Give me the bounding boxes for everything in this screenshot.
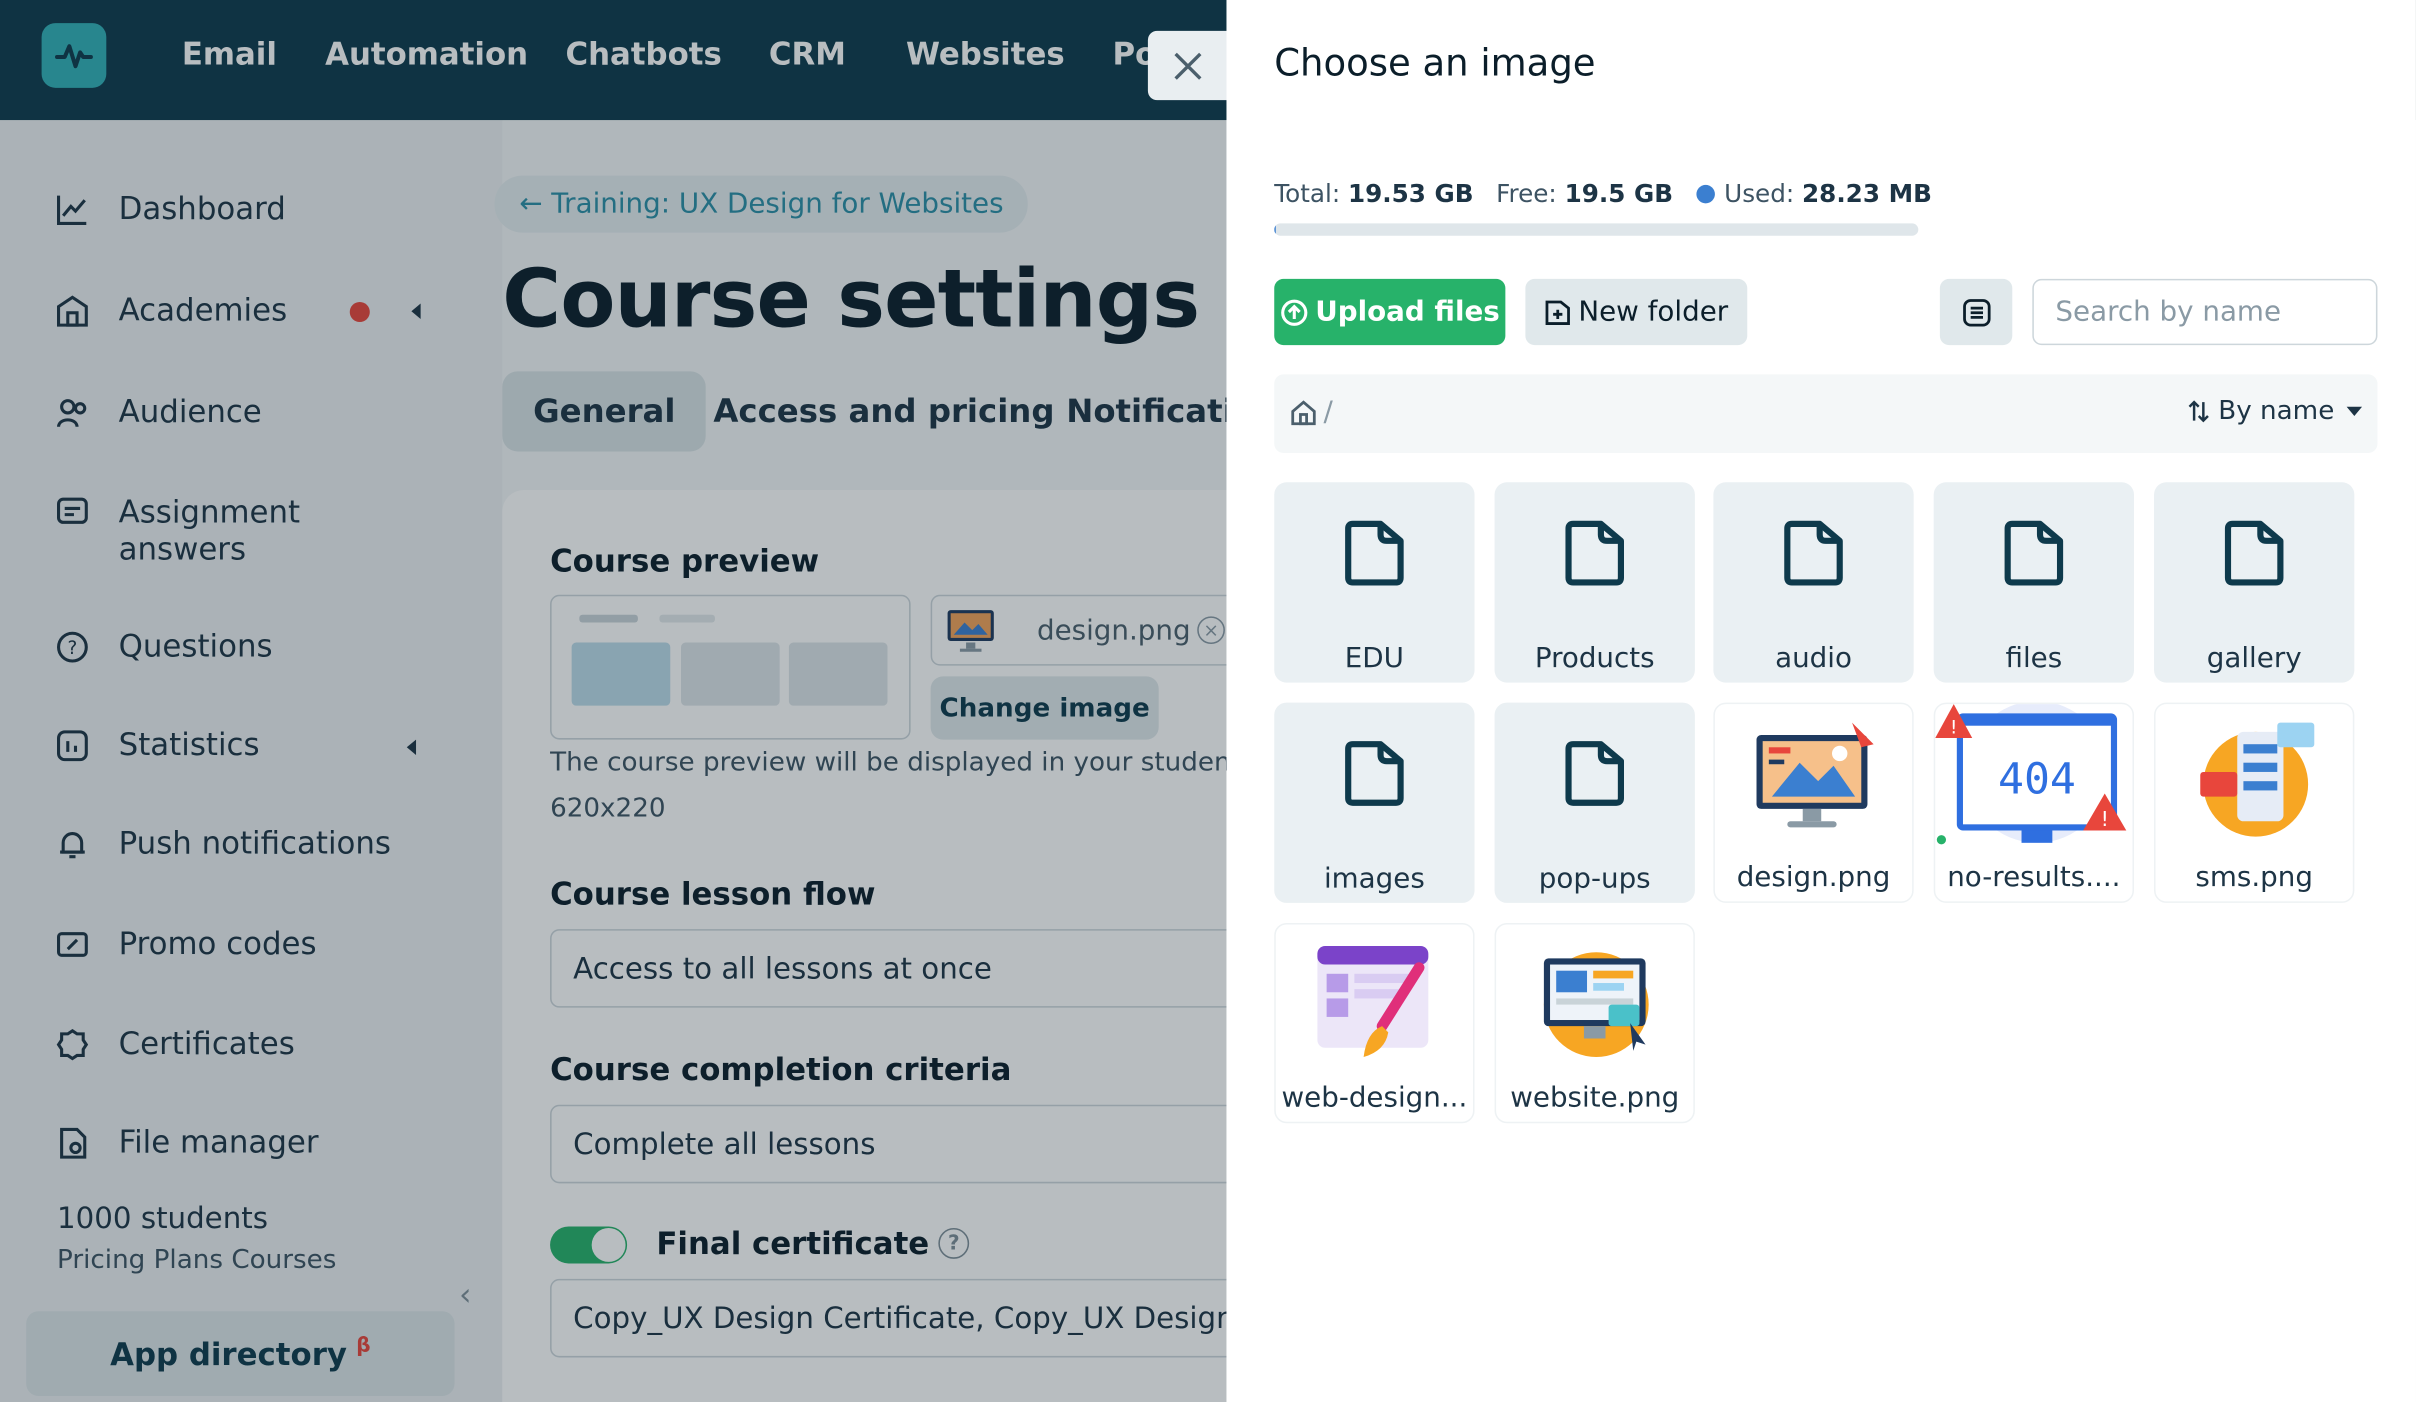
file-name: audio bbox=[1775, 642, 1852, 675]
web-design-thumbnail-icon bbox=[1311, 937, 1440, 1073]
folder-icon bbox=[1781, 519, 1846, 593]
svg-text:!: ! bbox=[1950, 717, 1957, 738]
file-name: web-design... bbox=[1281, 1081, 1468, 1114]
404-thumbnail-icon: 404!! bbox=[1935, 701, 2135, 858]
path-bar: / By name bbox=[1274, 374, 2378, 453]
image-tile[interactable]: design.png bbox=[1713, 702, 1914, 903]
search-input[interactable] bbox=[2032, 278, 2378, 346]
file-name: no-results.... bbox=[1947, 861, 2121, 894]
svg-text:404: 404 bbox=[1998, 755, 2076, 805]
folder-icon bbox=[1342, 740, 1407, 814]
storage-used-fill bbox=[1274, 223, 1276, 236]
image-tile[interactable]: web-design... bbox=[1274, 922, 1475, 1124]
folder-tile[interactable]: EDU bbox=[1274, 482, 1475, 683]
upload-icon bbox=[1280, 298, 1307, 326]
sort-icon bbox=[2188, 400, 2209, 423]
folder-tile[interactable]: audio bbox=[1713, 482, 1914, 683]
modal-overlay[interactable] bbox=[0, 0, 1227, 1402]
folder-icon bbox=[2001, 519, 2066, 593]
sort-dropdown[interactable]: By name bbox=[2187, 396, 2363, 427]
chevron-down-icon bbox=[2346, 406, 2363, 417]
new-folder-button[interactable]: New folder bbox=[1525, 278, 1748, 346]
path-separator: / bbox=[1323, 395, 1333, 429]
file-name: images bbox=[1323, 862, 1425, 896]
folder-tile[interactable]: Products bbox=[1494, 482, 1695, 683]
website-thumbnail-icon bbox=[1532, 937, 1661, 1073]
design-thumbnail-icon bbox=[1750, 716, 1879, 852]
home-icon[interactable] bbox=[1290, 399, 1318, 427]
storage-progress-bar bbox=[1274, 223, 1919, 236]
panel-title: Choose an image bbox=[1274, 41, 1596, 85]
folder-tile[interactable]: gallery bbox=[2154, 482, 2355, 683]
folder-tile[interactable]: images bbox=[1274, 702, 1475, 903]
svg-text:!: ! bbox=[2101, 807, 2109, 831]
storage-used: Used: 28.23 MB bbox=[1696, 179, 1932, 208]
storage-total: Total: 19.53 GB bbox=[1274, 178, 1474, 209]
folder-icon bbox=[1562, 519, 1627, 593]
folder-tile[interactable]: files bbox=[1933, 482, 2135, 683]
folder-icon bbox=[1342, 519, 1407, 593]
file-name: design.png bbox=[1736, 861, 1891, 894]
image-tile[interactable]: 404!! no-results.... bbox=[1933, 701, 2135, 903]
storage-free: Free: 19.5 GB bbox=[1496, 178, 1674, 209]
file-name: sms.png bbox=[2195, 861, 2313, 894]
folder-icon bbox=[2222, 519, 2287, 593]
image-tile[interactable]: website.png bbox=[1494, 922, 1695, 1124]
file-name: gallery bbox=[2206, 642, 2302, 675]
list-view-icon[interactable] bbox=[1939, 278, 2013, 346]
new-folder-icon bbox=[1546, 299, 1571, 325]
folder-icon bbox=[1562, 740, 1627, 814]
image-tile[interactable]: sms.png bbox=[2154, 702, 2355, 903]
close-icon[interactable] bbox=[1147, 30, 1229, 101]
file-name: website.png bbox=[1510, 1081, 1680, 1114]
file-name: Products bbox=[1534, 642, 1655, 675]
file-name: pop-ups bbox=[1538, 862, 1651, 896]
file-name: files bbox=[2005, 642, 2063, 675]
sms-thumbnail-icon bbox=[2191, 716, 2320, 852]
file-name: EDU bbox=[1344, 642, 1404, 675]
folder-tile[interactable]: pop-ups bbox=[1494, 702, 1695, 903]
upload-files-button[interactable]: Upload files bbox=[1274, 278, 1506, 346]
choose-image-panel: Choose an image Total: 19.53 GB Free: 19… bbox=[1226, 0, 2416, 1402]
